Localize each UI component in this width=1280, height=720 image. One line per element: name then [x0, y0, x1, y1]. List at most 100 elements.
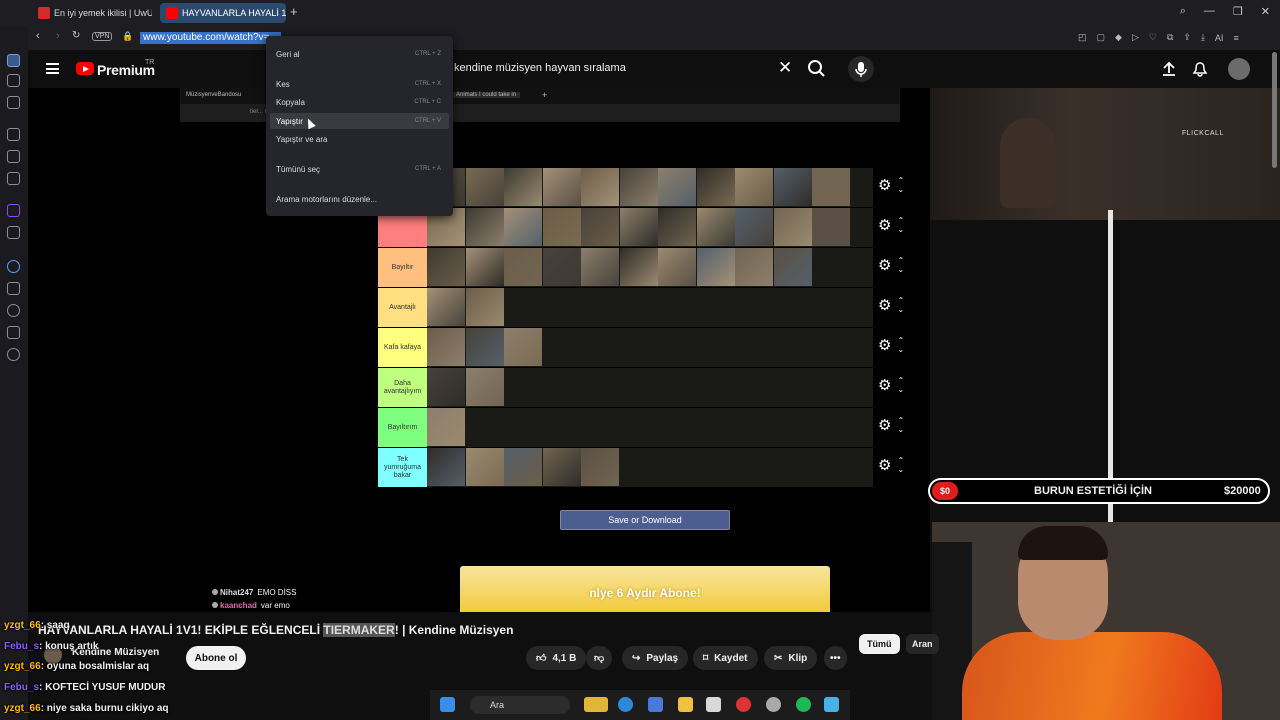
share-icon[interactable]: ⇪ [1183, 32, 1191, 43]
animal-image[interactable] [735, 208, 773, 246]
ai-icon[interactable]: AI [1215, 33, 1224, 43]
animal-image[interactable] [465, 248, 504, 286]
outlook-icon[interactable] [648, 697, 663, 712]
tier-settings-gear-icon[interactable]: ⚙ [878, 338, 891, 353]
animal-image[interactable] [696, 208, 735, 246]
move-down-icon[interactable]: ⌄ [897, 345, 904, 354]
maps-icon[interactable] [7, 172, 20, 185]
dislike-button[interactable]: 👎︎ [586, 646, 613, 670]
animal-image[interactable] [773, 168, 812, 206]
animal-image[interactable] [581, 208, 619, 246]
move-up-icon[interactable]: ⌃ [897, 296, 904, 305]
save-or-download-button[interactable]: Save or Download [560, 510, 730, 530]
forward-icon[interactable]: › [56, 30, 60, 42]
telegram-icon[interactable] [7, 150, 20, 163]
move-down-icon[interactable]: ⌄ [897, 185, 904, 194]
store-icon[interactable] [706, 697, 721, 712]
twitch-icon[interactable] [7, 204, 20, 217]
download-icon[interactable]: ⤓ [1201, 32, 1205, 43]
notifications-bell-icon[interactable] [1192, 61, 1208, 77]
save-button[interactable]: ⌑ Kaydet [693, 646, 758, 670]
opera-icon[interactable] [736, 697, 751, 712]
extensions-icon[interactable]: ⧉ [1167, 32, 1173, 43]
tier-label[interactable]: Bayıltır [378, 248, 427, 287]
animal-image[interactable] [696, 248, 735, 286]
context-menu-item[interactable]: Yapıştır CTRL + V [270, 113, 449, 129]
chat-username[interactable]: kaanchad [220, 601, 257, 610]
player-icon[interactable] [7, 96, 20, 109]
animal-image[interactable] [427, 288, 465, 326]
context-menu-item[interactable]: Kopyala CTRL + C [270, 94, 449, 110]
animal-image[interactable] [427, 368, 465, 406]
tier-label[interactable]: Daha avantajlıyım [378, 368, 427, 407]
messenger-icon[interactable] [7, 128, 20, 141]
animal-image[interactable] [465, 448, 504, 486]
browser-tab-youtube[interactable]: HAYVANLARLA HAYALİ 1V [160, 3, 286, 23]
animal-image[interactable] [619, 168, 658, 206]
page-scrollbar[interactable] [1272, 52, 1277, 168]
reload-icon[interactable]: ↻ [72, 30, 80, 41]
heart-icon[interactable]: ♡ [1149, 32, 1157, 43]
animal-image[interactable] [773, 248, 812, 286]
search-box[interactable]: kendine müzisyen hayvan sıralama ✕ [448, 56, 814, 82]
youtube-logo-icon[interactable] [76, 62, 94, 75]
x-icon[interactable] [7, 226, 20, 239]
move-up-icon[interactable]: ⌃ [897, 176, 904, 185]
animal-image[interactable] [504, 208, 542, 246]
animal-image[interactable] [427, 448, 465, 486]
animal-image[interactable] [427, 248, 465, 286]
animal-image[interactable] [542, 448, 581, 486]
animal-image[interactable] [812, 208, 850, 246]
animal-image[interactable] [504, 168, 542, 206]
circle-icon[interactable] [7, 260, 20, 273]
upload-icon[interactable] [1161, 61, 1177, 77]
animal-image[interactable] [542, 168, 581, 206]
move-down-icon[interactable]: ⌄ [897, 305, 904, 314]
browser-tab-uwufood[interactable]: En iyi yemek ikilisi | UwUF [32, 3, 152, 23]
back-icon[interactable]: ‹ [36, 30, 40, 42]
voice-search-button[interactable] [848, 56, 874, 82]
move-down-icon[interactable]: ⌄ [897, 265, 904, 274]
animal-image[interactable] [581, 248, 619, 286]
account-avatar[interactable] [1228, 58, 1250, 80]
tier-label[interactable]: Avantajlı [378, 288, 427, 327]
widgets-icon[interactable] [584, 697, 608, 712]
move-up-icon[interactable]: ⌃ [897, 256, 904, 265]
context-menu-item[interactable]: Tümünü seç CTRL + A [270, 161, 449, 177]
file-explorer-icon[interactable] [678, 697, 693, 712]
search-tabs-icon[interactable]: ⌕ [1180, 5, 1186, 18]
context-menu-item[interactable]: Kes CTRL + X [270, 76, 449, 92]
tier-label[interactable]: Bayıltırım [378, 408, 427, 447]
context-menu-item[interactable]: Geri al CTRL + Z [270, 46, 449, 62]
share-button[interactable]: ↪ Paylaş [622, 646, 689, 670]
home-icon[interactable] [7, 54, 20, 67]
more-actions-button[interactable]: ••• [824, 646, 847, 670]
animal-image[interactable] [542, 208, 581, 246]
tier-settings-gear-icon[interactable]: ⚙ [878, 178, 891, 193]
tier-settings-gear-icon[interactable]: ⚙ [878, 378, 891, 393]
menu-icon[interactable]: ≡ [1233, 33, 1238, 43]
animal-image[interactable] [504, 448, 542, 486]
ai-icon[interactable] [7, 74, 20, 87]
settings-icon[interactable] [7, 348, 20, 361]
animal-image[interactable] [658, 168, 696, 206]
animal-image[interactable] [504, 328, 542, 366]
animal-image[interactable] [465, 288, 504, 326]
animal-image[interactable] [427, 328, 465, 366]
animal-image[interactable] [465, 168, 504, 206]
search-input[interactable]: kendine müzisyen hayvan sıralama [454, 62, 626, 74]
url-field[interactable]: www.youtube.com/watch?v=... [140, 32, 281, 44]
new-tab-button[interactable]: + [290, 4, 298, 19]
chip-search[interactable]: Aran [906, 634, 939, 654]
edge-icon[interactable] [618, 697, 633, 712]
app-icon[interactable] [766, 697, 781, 712]
clip-button[interactable]: ✂ Klip [764, 646, 818, 670]
minimize-icon[interactable]: — [1204, 5, 1215, 18]
subscribe-button[interactable]: Abone ol [186, 646, 246, 670]
close-window-icon[interactable]: ✕ [1261, 5, 1270, 18]
app-icon[interactable] [824, 697, 839, 712]
move-down-icon[interactable]: ⌄ [897, 385, 904, 394]
animal-image[interactable] [427, 408, 465, 446]
tier-settings-gear-icon[interactable]: ⚙ [878, 458, 891, 473]
move-up-icon[interactable]: ⌃ [897, 456, 904, 465]
